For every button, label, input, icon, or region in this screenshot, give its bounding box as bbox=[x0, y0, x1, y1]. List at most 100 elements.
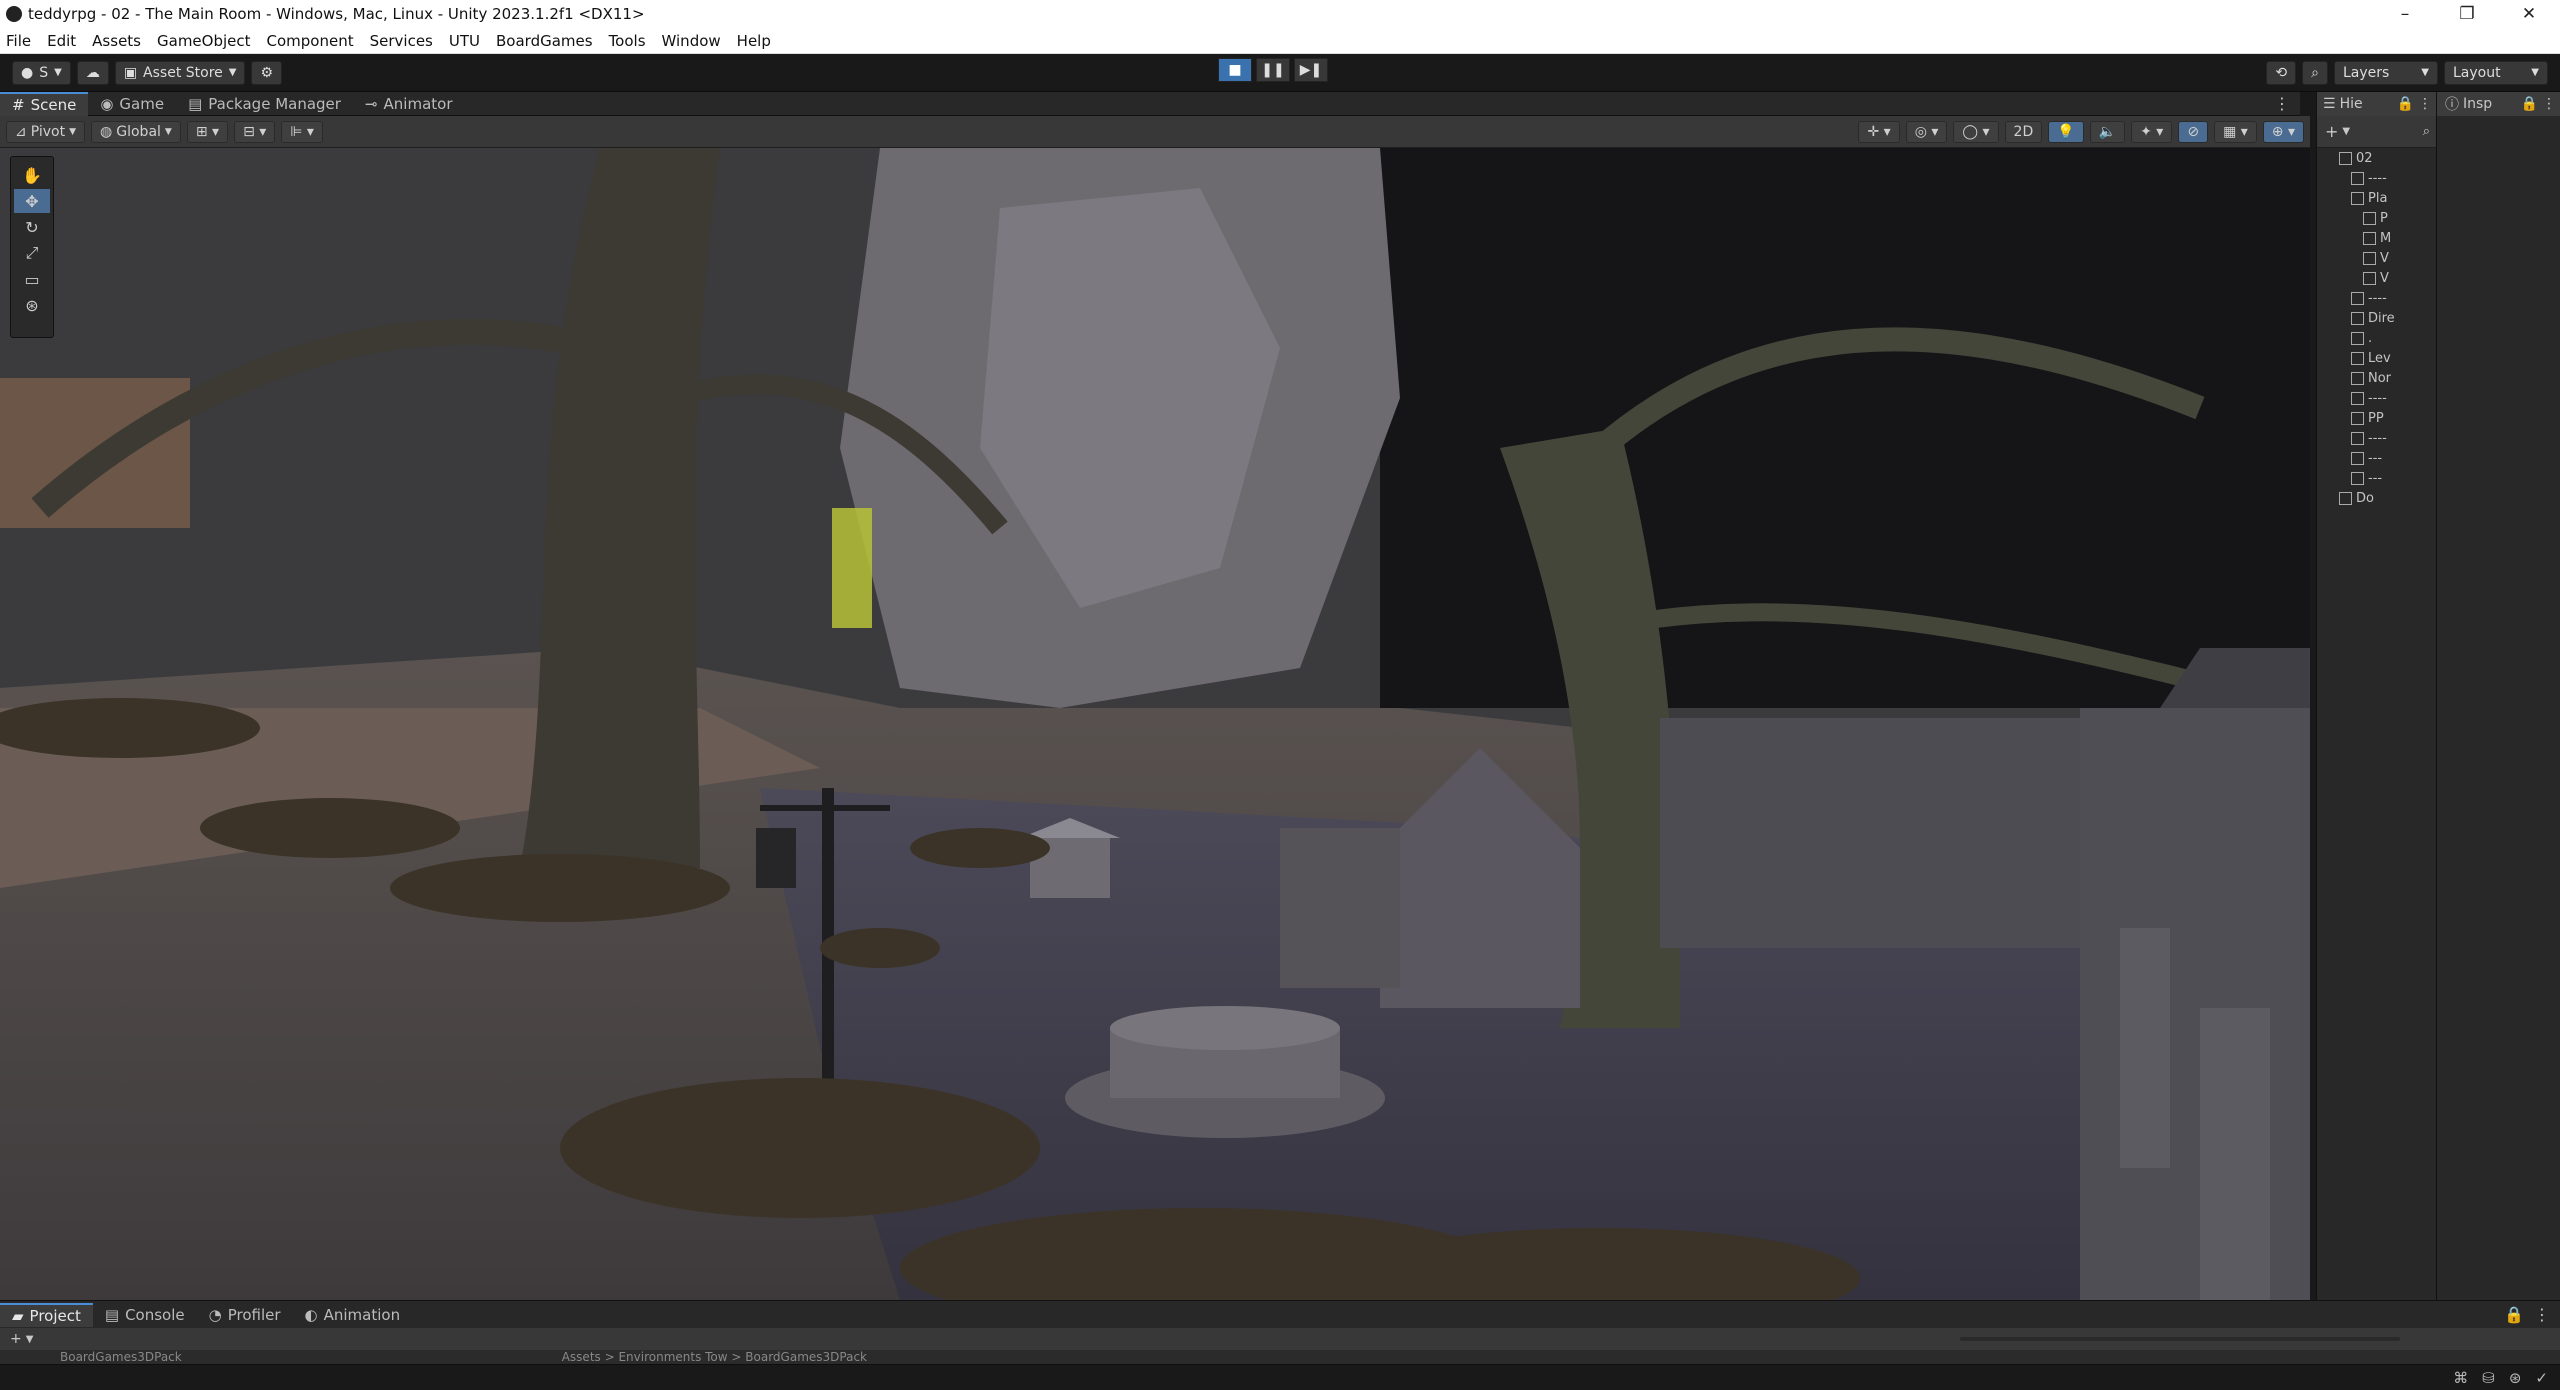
menu-component[interactable]: Component bbox=[267, 32, 354, 50]
toggle-2d-button[interactable]: 2D bbox=[2004, 120, 2043, 143]
lock-icon[interactable]: 🔒 bbox=[2521, 96, 2538, 112]
minimize-button[interactable]: – bbox=[2374, 4, 2436, 24]
grid-snap-dropdown[interactable]: ⊞ ▾ bbox=[186, 120, 229, 143]
menu-file[interactable]: File bbox=[6, 32, 31, 50]
cache-icon[interactable]: ⛁ bbox=[2482, 1369, 2495, 1387]
project-folder[interactable]: BoardGames3DPack bbox=[60, 1350, 182, 1364]
inspector-tab[interactable]: ⓘ Insp 🔒 ⋮ bbox=[2437, 92, 2560, 116]
more-options-icon[interactable]: ⋮ bbox=[2274, 94, 2290, 113]
play-button[interactable]: ■ bbox=[1218, 58, 1252, 82]
tab-console[interactable]: ▤ Console bbox=[93, 1303, 197, 1327]
hierarchy-item[interactable]: . bbox=[2317, 328, 2436, 348]
camera-dropdown[interactable]: ▦ ▾ bbox=[2214, 120, 2257, 143]
lock-icon[interactable]: 🔒 bbox=[2504, 1305, 2524, 1324]
hierarchy-item[interactable]: ---- bbox=[2317, 428, 2436, 448]
increment-dropdown[interactable]: ⊫ ▾ bbox=[281, 120, 323, 143]
lighting-toggle[interactable]: 💡 bbox=[2048, 120, 2084, 143]
chevron-down-icon[interactable]: ▼ bbox=[2342, 126, 2350, 137]
hierarchy-tree: 02 ---- Pla P M V V ---- Dire. Lev Nor ---- PP ---- --… bbox=[2317, 148, 2436, 508]
tab-game[interactable]: ◉ Game bbox=[88, 92, 176, 116]
add-icon[interactable]: + bbox=[10, 1331, 22, 1347]
tab-animator[interactable]: ⊸ Animator bbox=[353, 92, 465, 116]
hierarchy-tab[interactable]: ☰ Hie 🔒 ⋮ bbox=[2317, 92, 2436, 116]
pause-button[interactable]: ❚❚ bbox=[1256, 58, 1290, 82]
menu-tools[interactable]: Tools bbox=[609, 32, 646, 50]
tab-animation[interactable]: ◐ Animation bbox=[293, 1303, 413, 1327]
transform-tool-button[interactable]: ⊛ bbox=[14, 293, 50, 317]
menu-help[interactable]: Help bbox=[737, 32, 771, 50]
hierarchy-item[interactable]: V bbox=[2317, 248, 2436, 268]
audio-toggle[interactable]: 🔈 bbox=[2089, 120, 2126, 143]
scene-viewport[interactable]: ✋ ✥ ↻ ⤢ ▭ ⊛ bbox=[0, 148, 2310, 1300]
history-button[interactable]: ⟲ bbox=[2266, 60, 2297, 85]
hierarchy-item[interactable]: M bbox=[2317, 228, 2436, 248]
draw-mode-dropdown[interactable]: ◎ ▾ bbox=[1905, 120, 1948, 143]
hierarchy-item[interactable]: PP bbox=[2317, 408, 2436, 428]
menu-window[interactable]: Window bbox=[662, 32, 721, 50]
menu-gameobject[interactable]: GameObject bbox=[157, 32, 251, 50]
check-icon[interactable]: ✓ bbox=[2535, 1369, 2548, 1387]
add-icon[interactable]: + bbox=[2325, 122, 2338, 141]
hierarchy-item[interactable]: ---- bbox=[2317, 288, 2436, 308]
maximize-button[interactable]: ❐ bbox=[2436, 4, 2498, 24]
search-button[interactable]: ⌕ bbox=[2302, 60, 2328, 85]
chevron-down-icon[interactable]: ▼ bbox=[26, 1334, 34, 1345]
hierarchy-item[interactable]: --- bbox=[2317, 468, 2436, 488]
hierarchy-item[interactable]: V bbox=[2317, 268, 2436, 288]
hierarchy-item[interactable]: 02 bbox=[2317, 148, 2436, 168]
cube-icon bbox=[2351, 191, 2364, 205]
hierarchy-item[interactable]: Pla bbox=[2317, 188, 2436, 208]
shading-dropdown[interactable]: ◯ ▾ bbox=[1953, 120, 1999, 143]
menu-services[interactable]: Services bbox=[370, 32, 433, 50]
tab-profiler[interactable]: ◔ Profiler bbox=[197, 1303, 293, 1327]
hand-icon: ✋ bbox=[22, 165, 42, 185]
rect-tool-button[interactable]: ▭ bbox=[14, 267, 50, 291]
hierarchy-item[interactable]: Dire bbox=[2317, 308, 2436, 328]
rotate-tool-button[interactable]: ↻ bbox=[14, 215, 50, 239]
search-icon[interactable]: ⌕ bbox=[2423, 124, 2430, 139]
hierarchy-item[interactable]: --- bbox=[2317, 448, 2436, 468]
cube-icon bbox=[2363, 231, 2376, 245]
step-button[interactable]: ▶❚ bbox=[1294, 58, 1328, 82]
cube-icon bbox=[2351, 411, 2364, 425]
tab-package-manager[interactable]: ▤ Package Manager bbox=[176, 92, 353, 116]
project-search-bar[interactable] bbox=[1960, 1337, 2400, 1341]
pivot-dropdown[interactable]: ⊿ Pivot ▼ bbox=[6, 120, 86, 143]
hierarchy-item[interactable]: Lev bbox=[2317, 348, 2436, 368]
network-icon[interactable]: ⊛ bbox=[2509, 1369, 2522, 1387]
hierarchy-item[interactable]: Nor bbox=[2317, 368, 2436, 388]
account-button[interactable]: ● S ▼ bbox=[12, 60, 71, 85]
lock-icon[interactable]: 🔒 bbox=[2397, 96, 2414, 112]
cloud-button[interactable]: ☁ bbox=[76, 60, 109, 85]
gizmos-dropdown[interactable]: ⊕ ▾ bbox=[2262, 120, 2304, 143]
move-tool-button[interactable]: ✥ bbox=[14, 189, 50, 213]
more-options-icon[interactable]: ⋮ bbox=[2542, 96, 2556, 112]
visibility-toggle[interactable]: ⊘ bbox=[2178, 120, 2209, 143]
status-icons: ⌘ ⛁ ⊛ ✓ bbox=[2453, 1369, 2548, 1387]
effects-dropdown[interactable]: ✦ ▾ bbox=[2131, 120, 2173, 143]
tab-scene[interactable]: # Scene bbox=[0, 91, 89, 116]
asset-store-button[interactable]: ▣ Asset Store ▼ bbox=[114, 60, 246, 85]
transform-tool-dropdown[interactable]: ✛ ▾ bbox=[1858, 120, 1900, 143]
view-tool-button[interactable]: ✋ bbox=[14, 163, 50, 187]
scale-tool-button[interactable]: ⤢ bbox=[14, 241, 50, 265]
hierarchy-item-label: . bbox=[2368, 330, 2373, 346]
layout-dropdown[interactable]: Layout ▼ bbox=[2444, 60, 2548, 85]
menu-utu[interactable]: UTU bbox=[449, 32, 480, 50]
tab-project[interactable]: ▰ Project bbox=[0, 1302, 93, 1327]
snap-increment-dropdown[interactable]: ⊟ ▾ bbox=[234, 120, 276, 143]
hierarchy-item[interactable]: ---- bbox=[2317, 168, 2436, 188]
menu-edit[interactable]: Edit bbox=[47, 32, 76, 50]
more-options-icon[interactable]: ⋮ bbox=[2534, 1305, 2550, 1324]
layers-dropdown[interactable]: Layers ▼ bbox=[2334, 60, 2438, 85]
global-dropdown[interactable]: ◍ Global ▼ bbox=[91, 120, 181, 143]
hierarchy-item[interactable]: Do bbox=[2317, 488, 2436, 508]
bug-icon[interactable]: ⌘ bbox=[2453, 1369, 2468, 1387]
menu-boardgames[interactable]: BoardGames bbox=[496, 32, 593, 50]
hierarchy-item[interactable]: P bbox=[2317, 208, 2436, 228]
settings-button[interactable]: ⚙ bbox=[251, 60, 283, 85]
menu-assets[interactable]: Assets bbox=[92, 32, 141, 50]
hierarchy-item[interactable]: ---- bbox=[2317, 388, 2436, 408]
more-options-icon[interactable]: ⋮ bbox=[2418, 96, 2432, 112]
close-button[interactable]: ✕ bbox=[2498, 4, 2560, 24]
